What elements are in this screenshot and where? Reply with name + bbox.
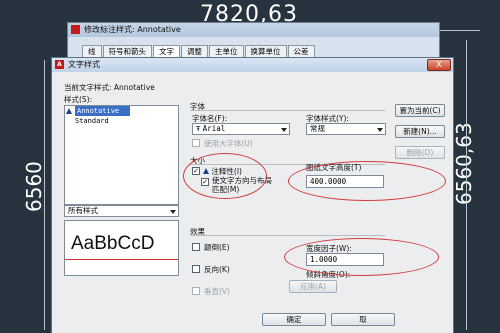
vertical-label: 垂直(V) — [204, 287, 230, 296]
highlight-ellipse — [284, 238, 439, 276]
autocad-logo-icon — [71, 25, 80, 34]
preview-text: AaBbCcD — [71, 233, 155, 254]
dimension-left: 6560 — [22, 161, 46, 212]
cad-line — [466, 40, 467, 330]
highlight-ellipse — [288, 161, 446, 201]
dialog-titlebar: A 文字样式 X — [52, 58, 453, 72]
tab-tolerances[interactable]: 公差 — [287, 45, 315, 57]
chevron-down-icon — [281, 128, 287, 132]
cancel-button[interactable]: 取 — [331, 313, 395, 326]
back-dialog-tabs: 线 符号和箭头 文字 调整 主单位 换算单位 公差 — [82, 45, 316, 57]
backwards-label: 反向(K) — [204, 265, 230, 274]
styles-list[interactable]: Annotative Standard — [64, 105, 179, 205]
annotative-icon — [66, 108, 72, 114]
tab-lines[interactable]: 线 — [82, 45, 102, 57]
vertical-checkbox[interactable] — [192, 287, 200, 295]
divider — [190, 235, 385, 236]
tab-symbols-arrows[interactable]: 符号和箭头 — [102, 45, 152, 57]
set-current-button[interactable]: 置为当前(C) — [395, 104, 445, 117]
font-name-select[interactable]: Ŧ Arial — [192, 123, 290, 135]
highlight-ellipse — [183, 153, 267, 199]
tab-fit[interactable]: 调整 — [181, 45, 208, 57]
big-font-label: 使用大字体(U) — [204, 139, 253, 148]
preview-box: AaBbCcD — [64, 220, 179, 276]
cad-line — [44, 60, 45, 330]
chevron-down-icon — [377, 128, 383, 132]
text-style-dialog: A 文字样式 X 当前文字样式: Annotative 样式(S): Annot… — [51, 57, 454, 333]
preview-baseline — [65, 259, 178, 260]
upside-down-label: 颠倒(E) — [204, 243, 230, 252]
tab-text[interactable]: 文字 — [153, 45, 180, 57]
truetype-font-icon: Ŧ — [196, 125, 201, 133]
new-button[interactable]: 新建(N)... — [395, 125, 445, 138]
divider — [190, 110, 385, 111]
close-button[interactable]: X — [427, 59, 451, 71]
dimension-right: 6560,63 — [452, 122, 476, 205]
chevron-down-icon — [170, 210, 176, 214]
ok-button[interactable]: 确定 — [262, 313, 326, 326]
apply-button[interactable]: 应用(A) — [289, 280, 337, 293]
dialog-title: 文字样式 — [68, 60, 100, 69]
backwards-checkbox[interactable] — [192, 265, 200, 273]
tab-primary-units[interactable]: 主单位 — [209, 45, 244, 57]
upside-down-checkbox[interactable] — [192, 243, 200, 251]
list-item[interactable]: Annotative — [66, 106, 130, 116]
list-item[interactable]: Standard — [65, 116, 178, 126]
tab-alternate-units[interactable]: 换算单位 — [244, 45, 287, 57]
delete-button[interactable]: 删除(D) — [395, 146, 445, 159]
current-style-label: 当前文字样式: Annotative — [64, 83, 155, 92]
styles-label: 样式(S): — [64, 95, 93, 104]
style-filter-select[interactable]: 所有样式 — [64, 205, 179, 217]
back-dialog-title: 修改标注样式: Annotative — [68, 23, 439, 37]
autocad-logo-icon: A — [55, 60, 64, 69]
big-font-checkbox[interactable] — [192, 139, 200, 147]
font-style-select[interactable]: 常规 — [306, 123, 386, 135]
